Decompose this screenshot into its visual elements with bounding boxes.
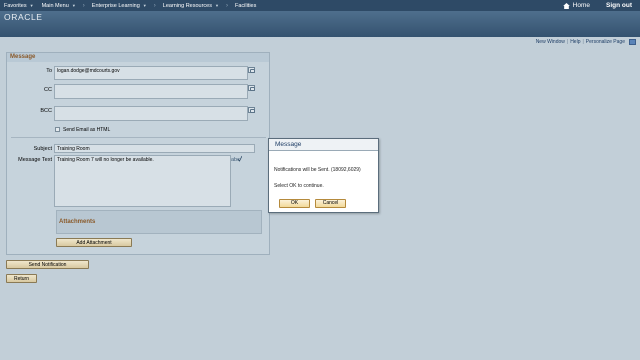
grid-icon[interactable]: [629, 39, 636, 45]
lookup-icon[interactable]: [248, 107, 255, 113]
message-dialog: Message Notifications will be Sent. (180…: [268, 138, 379, 213]
nav-enterprise-learning-label: Enterprise Learning: [91, 2, 140, 9]
section-divider: [11, 137, 266, 138]
dialog-message-line2: Select OK to continue.: [274, 183, 324, 189]
chevron-down-icon: ▼: [142, 3, 147, 8]
cc-label: CC: [44, 87, 52, 93]
nav-favorites[interactable]: Favorites ▼: [0, 0, 38, 11]
nav-learning-resources[interactable]: Learning Resources ▼: [159, 0, 223, 11]
lookup-icon[interactable]: [248, 67, 255, 73]
add-attachment-button[interactable]: Add Attachment: [56, 238, 132, 247]
cancel-button[interactable]: Cancel: [315, 199, 346, 208]
return-button[interactable]: Return: [6, 274, 37, 283]
to-field[interactable]: logan.dodge@mdcourts.gov: [54, 66, 248, 80]
nav-facilities[interactable]: Facilities: [231, 0, 260, 11]
send-html-label: Send Email as HTML: [63, 127, 111, 133]
breadcrumb-separator-icon: ›: [153, 2, 156, 9]
nav-learning-resources-label: Learning Resources: [162, 2, 212, 9]
chevron-down-icon: ▼: [29, 3, 34, 8]
attachments-box: Attachments: [56, 210, 262, 234]
header-banner: ORACLE: [0, 11, 640, 37]
cc-field[interactable]: [54, 84, 248, 99]
send-html-checkbox[interactable]: [55, 127, 60, 132]
send-notification-button[interactable]: Send Notification: [6, 260, 89, 269]
nav-favorites-label: Favorites: [4, 2, 27, 9]
chevron-down-icon: ▼: [71, 3, 76, 8]
bcc-field[interactable]: [54, 106, 248, 121]
home-icon: [562, 2, 570, 9]
to-label: To: [46, 68, 52, 74]
spell-check-icon[interactable]: abc: [231, 155, 243, 164]
nav-main-menu[interactable]: Main Menu ▼: [38, 0, 80, 11]
bcc-label: BCC: [40, 108, 52, 114]
dialog-message-line1: Notifications will be Sent. (18092,6029): [274, 167, 361, 173]
chevron-down-icon: ▼: [215, 3, 219, 8]
message-text-area[interactable]: Training Room 7 will no longer be availa…: [54, 155, 231, 207]
breadcrumb-separator-icon: ›: [225, 2, 228, 9]
subject-field[interactable]: Training Room: [54, 144, 255, 153]
nav-main-menu-label: Main Menu: [41, 2, 69, 9]
nav-enterprise-learning[interactable]: Enterprise Learning ▼: [88, 0, 151, 11]
home-link[interactable]: Home: [557, 2, 596, 9]
help-link[interactable]: Help: [570, 39, 580, 45]
lookup-icon[interactable]: [248, 85, 255, 91]
nav-facilities-label: Facilities: [234, 2, 257, 9]
subject-label: Subject: [33, 146, 52, 152]
dialog-title: Message: [269, 139, 378, 151]
new-window-link[interactable]: New Window: [536, 39, 565, 45]
spell-check-icon-glyph: abc: [231, 155, 243, 163]
personalize-page-link[interactable]: Personalize Page: [586, 39, 625, 45]
nav-right-group: Home Sign out: [557, 0, 640, 11]
home-label: Home: [572, 2, 590, 9]
message-group-title: Message: [7, 53, 269, 62]
attachments-title: Attachments: [59, 219, 96, 225]
message-text-label: Message Text: [18, 157, 52, 163]
ok-button[interactable]: OK: [279, 199, 310, 208]
top-navigation-bar: Favorites ▼ Main Menu ▼ › Enterprise Lea…: [0, 0, 640, 11]
message-group: Message To logan.dodge@mdcourts.gov CC B…: [6, 52, 270, 255]
breadcrumb-separator-icon: ›: [82, 2, 85, 9]
sign-out-link[interactable]: Sign out: [596, 2, 640, 9]
page-toolbar: New Window | Help | Personalize Page: [536, 39, 636, 45]
oracle-logo: ORACLE: [4, 12, 43, 22]
